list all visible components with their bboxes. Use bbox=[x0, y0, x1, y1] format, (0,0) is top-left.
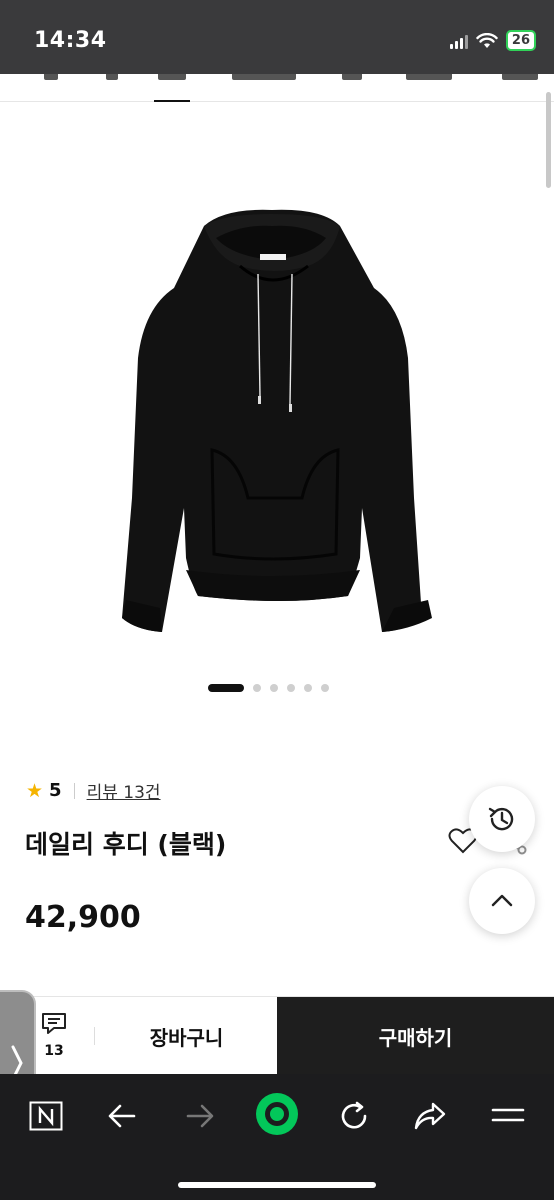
carousel-dot[interactable] bbox=[270, 684, 278, 692]
chat-icon bbox=[42, 1013, 66, 1034]
review-count-link[interactable]: 리뷰 13건 bbox=[87, 778, 161, 803]
browser-nav-bar bbox=[0, 1074, 554, 1200]
product-image-hoodie[interactable] bbox=[112, 198, 442, 646]
rating-value: 5 bbox=[49, 780, 62, 801]
cellular-signal-icon bbox=[449, 33, 468, 49]
divider bbox=[94, 1027, 95, 1045]
product-price: 42,900 bbox=[25, 900, 141, 935]
carousel-dot-active[interactable] bbox=[208, 684, 244, 692]
category-tab-strip[interactable] bbox=[0, 74, 554, 102]
scrollbar[interactable] bbox=[546, 92, 551, 188]
carousel-dot[interactable] bbox=[304, 684, 312, 692]
divider bbox=[73, 782, 75, 799]
status-bar: 14:34 26 bbox=[0, 0, 554, 74]
wifi-icon bbox=[476, 32, 498, 48]
qna-count: 13 bbox=[44, 1043, 64, 1059]
carousel-dot[interactable] bbox=[321, 684, 329, 692]
scroll-to-top-button[interactable] bbox=[469, 868, 535, 934]
star-icon: ★ bbox=[26, 779, 44, 802]
status-icons: 26 bbox=[449, 30, 536, 51]
home-indicator[interactable] bbox=[178, 1182, 376, 1188]
product-page: 14:34 26 ★ 5 리뷰 13건 데일리 후디 (블랙) 42,900 1… bbox=[0, 0, 554, 1200]
recent-history-button[interactable] bbox=[469, 786, 535, 852]
forward-arrow-icon[interactable] bbox=[178, 1094, 222, 1138]
history-icon bbox=[488, 807, 514, 831]
add-to-cart-button[interactable]: 장바구니 bbox=[96, 997, 277, 1075]
back-arrow-icon[interactable] bbox=[100, 1094, 144, 1138]
active-tab-indicator bbox=[154, 100, 190, 102]
battery-indicator: 26 bbox=[505, 30, 536, 51]
image-carousel-indicator[interactable] bbox=[208, 684, 329, 692]
share-arrow-icon[interactable] bbox=[408, 1094, 452, 1138]
menu-icon[interactable] bbox=[486, 1094, 530, 1138]
qna-button[interactable]: 13 bbox=[34, 1011, 74, 1059]
carousel-dot[interactable] bbox=[287, 684, 295, 692]
green-dot-home-icon[interactable] bbox=[255, 1092, 299, 1136]
product-title: 데일리 후디 (블랙) bbox=[25, 830, 227, 859]
carousel-dot[interactable] bbox=[253, 684, 261, 692]
naver-n-icon[interactable] bbox=[24, 1094, 68, 1138]
reload-icon[interactable] bbox=[332, 1094, 376, 1138]
status-time: 14:34 bbox=[34, 28, 107, 53]
chevron-up-icon bbox=[491, 894, 513, 907]
rating-row: ★ 5 리뷰 13건 bbox=[26, 778, 161, 804]
purchase-bar: 13 장바구니 구매하기 bbox=[0, 996, 554, 1075]
buy-now-button[interactable]: 구매하기 bbox=[277, 997, 554, 1075]
